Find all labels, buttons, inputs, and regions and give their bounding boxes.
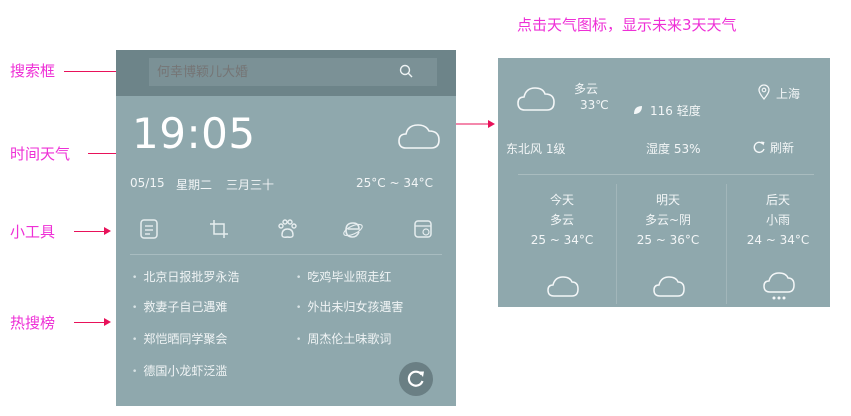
forecast-panel: 多云 33℃ 116 轻度 上海 东北风 1级 湿度 53% 刷新 今天 多云 …: [498, 58, 830, 307]
forecast-range: 25 ~ 36°C: [636, 233, 700, 247]
annotation-tools-line: [74, 231, 106, 232]
hot-search-item[interactable]: 吃鸡毕业照走红: [296, 268, 391, 285]
current-temp: 33℃: [580, 98, 609, 112]
date: 05/15: [130, 176, 165, 190]
refresh-icon[interactable]: [752, 140, 766, 154]
column-separator: [726, 184, 727, 304]
current-condition: 多云: [574, 82, 599, 96]
refresh-icon: [407, 370, 424, 387]
search-bar: [116, 50, 456, 96]
cloud-icon: [653, 276, 685, 297]
leaf-icon: [634, 106, 642, 114]
annotation-time-weather: 时间天气: [10, 145, 71, 163]
refresh-button[interactable]: [399, 362, 433, 396]
hot-search-item[interactable]: 郑恺晒同学聚会: [132, 330, 227, 347]
lunar-date: 三月三十: [226, 178, 275, 192]
hot-search-item[interactable]: 周杰伦土味歌词: [296, 330, 391, 347]
hot-search-item[interactable]: 北京日报批罗永浩: [132, 268, 239, 285]
hot-search-item[interactable]: 救妻子自己遇难: [132, 298, 227, 315]
hot-search-item[interactable]: 德国小龙虾泛滥: [132, 362, 227, 379]
calendar-icon[interactable]: [412, 218, 434, 240]
crop-icon[interactable]: [208, 218, 230, 240]
forecast-range: 24 ~ 34°C: [746, 233, 810, 247]
forecast-day-label: 后天: [765, 193, 790, 207]
forecast-day-today: 今天 多云 25 ~ 34°C: [512, 190, 612, 250]
notes-icon[interactable]: [138, 218, 160, 240]
annotation-hot-list: 热搜榜: [10, 314, 56, 332]
panel-divider: [518, 174, 814, 175]
refresh-link[interactable]: 刷新: [770, 139, 794, 156]
date-row: 05/15 星期二 三月三十 25°C ~ 34°C: [130, 176, 446, 194]
temp-range: 25°C ~ 34°C: [356, 176, 433, 190]
paw-icon[interactable]: [276, 218, 298, 240]
humidity: 湿度 53%: [646, 142, 701, 156]
search-input[interactable]: [149, 58, 437, 86]
caption: 点击天气图标，显示未来3天天气: [517, 16, 737, 34]
clock-time: 19:05: [132, 109, 256, 158]
cloud-icon: [547, 276, 579, 297]
forecast-condition: 小雨: [765, 213, 790, 227]
forecast-range: 25 ~ 34°C: [530, 233, 594, 247]
weekday: 星期二: [176, 178, 213, 192]
annotation-hot-arrow: [104, 318, 111, 326]
forecast-condition: 多云: [549, 213, 574, 227]
cloud-icon[interactable]: [396, 116, 442, 156]
air-quality: 116 轻度: [650, 104, 701, 118]
forecast-day-label: 今天: [549, 193, 574, 207]
search-icon[interactable]: [399, 64, 413, 78]
annotation-hot-line: [74, 322, 106, 323]
rain-icon: [763, 272, 795, 300]
forecast-day-label: 明天: [655, 193, 680, 207]
browser-icon[interactable]: [342, 218, 364, 240]
location-icon: [758, 84, 770, 100]
forecast-condition: 多云~阴: [644, 213, 692, 227]
wind: 东北风 1级: [506, 142, 566, 156]
annotation-tools: 小工具: [10, 223, 56, 241]
city[interactable]: 上海: [776, 85, 800, 102]
annotation-tools-arrow: [104, 227, 111, 235]
cloud-icon: [517, 87, 555, 111]
forecast-day-tomorrow: 明天 多云~阴 25 ~ 36°C: [618, 190, 718, 250]
forecast-day-after-tomorrow: 后天 小雨 24 ~ 34°C: [728, 190, 828, 250]
column-separator: [616, 184, 617, 304]
hot-search-item[interactable]: 外出未归女孩遇害: [296, 298, 403, 315]
tools-divider: [130, 254, 442, 255]
annotation-search: 搜索框: [10, 62, 56, 80]
weather-widget: 19:05 05/15 星期二 三月三十 25°C ~ 34°C 北京日报批罗永…: [116, 50, 456, 406]
